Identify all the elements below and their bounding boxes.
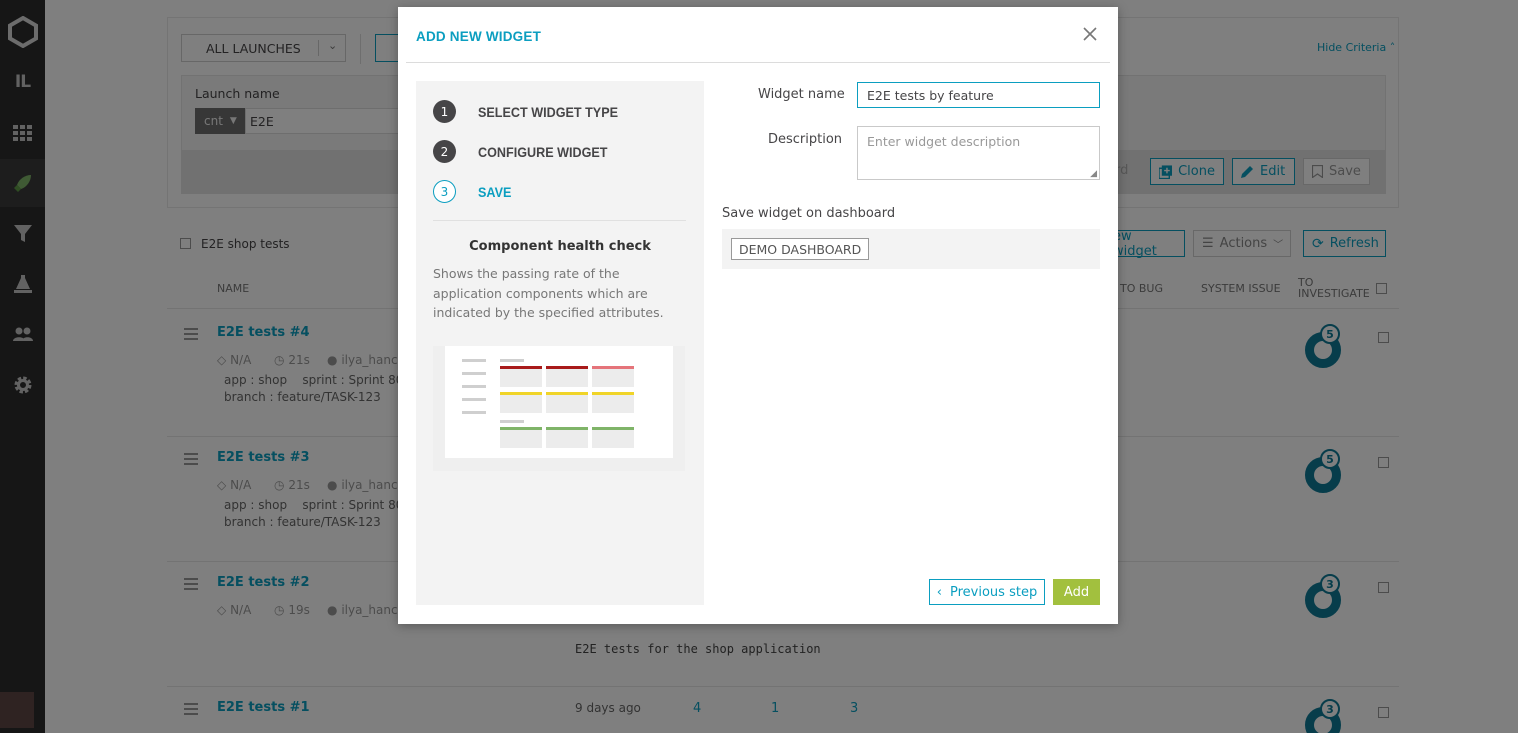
- preview-line: [462, 385, 486, 388]
- wizard-divider: [433, 220, 686, 221]
- widget-name-value: E2E tests by feature: [867, 87, 994, 103]
- preview-cell: [592, 369, 634, 387]
- preview-line: [462, 411, 486, 414]
- preview-line: [500, 420, 524, 423]
- save-on-dashboard-label: Save widget on dashboard: [722, 206, 896, 221]
- step-save[interactable]: 3 SAVE: [433, 180, 515, 203]
- close-icon[interactable]: [1081, 25, 1099, 43]
- dashboard-selector: DEMO DASHBOARD: [722, 229, 1100, 269]
- modal-header-divider: [406, 62, 1110, 63]
- widget-type-description: Shows the passing rate of the applicatio…: [433, 266, 664, 320]
- preview-cell: [592, 395, 634, 413]
- preview-cell: [546, 430, 588, 448]
- step-label: SAVE: [478, 183, 512, 200]
- widget-preview-image: [433, 346, 685, 471]
- preview-cell: [500, 430, 542, 448]
- add-label: Add: [1063, 584, 1090, 600]
- add-button[interactable]: Add: [1053, 579, 1100, 605]
- widget-type-title: Component health check: [469, 239, 651, 254]
- description-placeholder: Enter widget description: [867, 134, 1021, 149]
- preview-cell: [546, 369, 588, 387]
- preview-canvas: [445, 346, 673, 458]
- step-number: 2: [433, 140, 456, 163]
- preview-line: [462, 398, 486, 401]
- step-configure-widget[interactable]: 2 CONFIGURE WIDGET: [433, 140, 622, 163]
- step-number: 1: [433, 100, 456, 123]
- preview-line: [462, 359, 486, 362]
- widget-name-input[interactable]: E2E tests by feature: [857, 82, 1100, 108]
- modal-title: ADD NEW WIDGET: [416, 29, 542, 44]
- add-widget-modal: ADD NEW WIDGET 1 SELECT WIDGET TYPE 2 CO…: [398, 7, 1118, 624]
- dashboard-option[interactable]: DEMO DASHBOARD: [731, 238, 870, 260]
- preview-cell: [592, 430, 634, 448]
- step-label: SELECT WIDGET TYPE: [478, 103, 619, 120]
- dashboard-option-label: DEMO DASHBOARD: [739, 241, 862, 257]
- wizard-steps-panel: 1 SELECT WIDGET TYPE 2 CONFIGURE WIDGET …: [416, 81, 704, 605]
- previous-step-label: Previous step: [950, 584, 1038, 600]
- preview-line: [500, 359, 524, 362]
- step-label: CONFIGURE WIDGET: [478, 143, 608, 160]
- preview-cell: [546, 395, 588, 413]
- previous-step-button[interactable]: ‹ Previous step: [929, 579, 1045, 605]
- preview-line: [462, 372, 486, 375]
- step-number: 3: [433, 180, 456, 203]
- preview-cell: [500, 369, 542, 387]
- widget-name-label: Widget name: [758, 87, 845, 102]
- preview-cell: [500, 395, 542, 413]
- step-select-widget-type[interactable]: 1 SELECT WIDGET TYPE: [433, 100, 634, 123]
- resize-handle-icon[interactable]: ◢: [1090, 169, 1097, 179]
- description-textarea[interactable]: Enter widget description ◢: [857, 126, 1100, 180]
- chevron-left-icon: ‹: [936, 584, 942, 600]
- description-label: Description: [768, 132, 843, 147]
